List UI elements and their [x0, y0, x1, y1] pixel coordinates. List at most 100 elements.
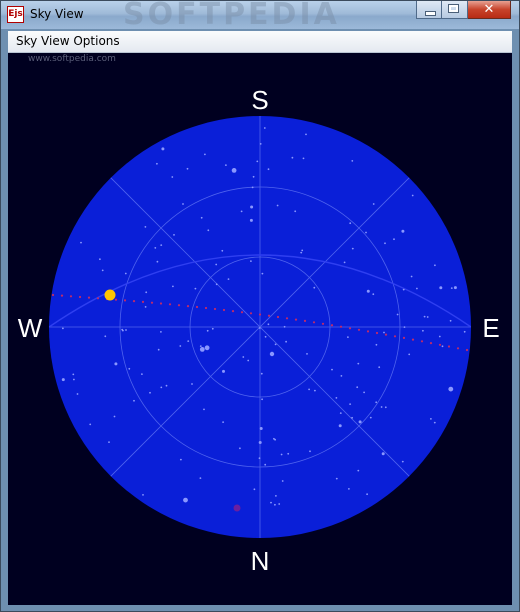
star: [256, 160, 259, 163]
ecliptic-dot: [204, 306, 208, 310]
star: [249, 218, 253, 222]
star: [351, 160, 354, 162]
star: [366, 289, 370, 293]
star: [227, 278, 230, 280]
star: [73, 378, 75, 381]
star: [283, 325, 286, 328]
star: [204, 345, 210, 351]
ecliptic-dot: [159, 302, 163, 305]
ecliptic-dot: [438, 343, 442, 346]
maximize-icon: [448, 4, 459, 13]
star: [250, 260, 252, 262]
star: [358, 420, 362, 424]
star: [251, 186, 254, 189]
star: [305, 133, 307, 136]
caption-buttons: ✕: [416, 1, 511, 19]
ecliptic-dot: [312, 321, 316, 324]
star: [280, 453, 283, 456]
ecliptic-dot: [303, 319, 307, 322]
ecliptic-dot: [60, 294, 64, 297]
sky-map[interactable]: S N W E: [8, 53, 512, 605]
ecliptic-dot: [141, 300, 145, 303]
planet-marker[interactable]: [233, 504, 241, 512]
sun-marker[interactable]: [104, 289, 116, 301]
ecliptic-dot: [69, 295, 73, 298]
star: [463, 330, 466, 333]
direction-label-south: S: [251, 85, 268, 115]
star: [274, 343, 277, 346]
ecliptic-dot: [222, 308, 226, 312]
minimize-button[interactable]: [416, 1, 442, 19]
star: [396, 313, 399, 316]
window-title: Sky View: [30, 7, 84, 21]
ecliptic-dot: [420, 340, 424, 343]
ecliptic-dot: [195, 305, 199, 309]
star: [306, 353, 308, 355]
star: [207, 229, 210, 232]
ecliptic-dot: [339, 325, 343, 328]
star: [356, 386, 359, 389]
star: [349, 222, 352, 225]
star: [179, 345, 182, 347]
star: [261, 398, 263, 401]
star: [294, 210, 297, 213]
star: [410, 275, 413, 278]
star: [285, 340, 287, 343]
star: [366, 493, 368, 496]
zenith-star: [269, 351, 275, 357]
ecliptic-dot: [429, 342, 433, 345]
star: [313, 286, 316, 289]
sky-view-canvas[interactable]: www.softpedia.com S N W E: [8, 53, 512, 605]
star: [375, 343, 378, 346]
star: [191, 383, 193, 385]
azimuth-grid: [49, 116, 471, 538]
star: [252, 175, 255, 178]
star: [380, 406, 383, 408]
star: [383, 331, 385, 334]
softpedia-watermark: SOFTPEDIA: [123, 0, 340, 32]
maximize-button[interactable]: [442, 1, 468, 19]
ecliptic-dot: [411, 338, 415, 341]
star: [160, 331, 162, 333]
star: [89, 423, 92, 426]
star: [422, 329, 424, 332]
star: [433, 421, 436, 424]
star: [247, 359, 250, 362]
star: [149, 391, 151, 394]
ecliptic-dot: [447, 345, 451, 348]
star: [434, 264, 436, 267]
star: [351, 247, 354, 250]
close-button[interactable]: ✕: [468, 1, 511, 19]
menu-sky-view-options[interactable]: Sky View Options: [16, 34, 120, 48]
star: [258, 327, 261, 329]
star: [423, 315, 426, 318]
star: [343, 261, 346, 264]
ecliptic-dot: [375, 331, 379, 335]
star: [156, 162, 158, 165]
star: [339, 412, 342, 414]
title-bar[interactable]: Ejs Sky View SOFTPEDIA ✕: [1, 0, 519, 32]
star: [378, 366, 381, 369]
star: [154, 247, 157, 249]
star: [144, 306, 147, 308]
star: [274, 503, 276, 506]
star: [267, 323, 270, 326]
ecliptic-dot: [177, 304, 181, 307]
star: [253, 488, 256, 491]
star: [160, 386, 163, 389]
star: [408, 353, 411, 356]
star: [372, 293, 375, 296]
star: [403, 326, 406, 328]
star: [372, 203, 375, 205]
ecliptic-dot: [150, 301, 154, 304]
star: [231, 168, 237, 173]
ecliptic-dot: [321, 322, 325, 325]
app-icon[interactable]: Ejs: [7, 6, 24, 23]
star: [240, 210, 243, 213]
star: [449, 319, 452, 322]
ecliptic-dot: [267, 314, 271, 317]
star: [221, 249, 224, 252]
ecliptic-dot: [276, 315, 280, 319]
star: [124, 272, 127, 275]
star: [161, 147, 165, 151]
